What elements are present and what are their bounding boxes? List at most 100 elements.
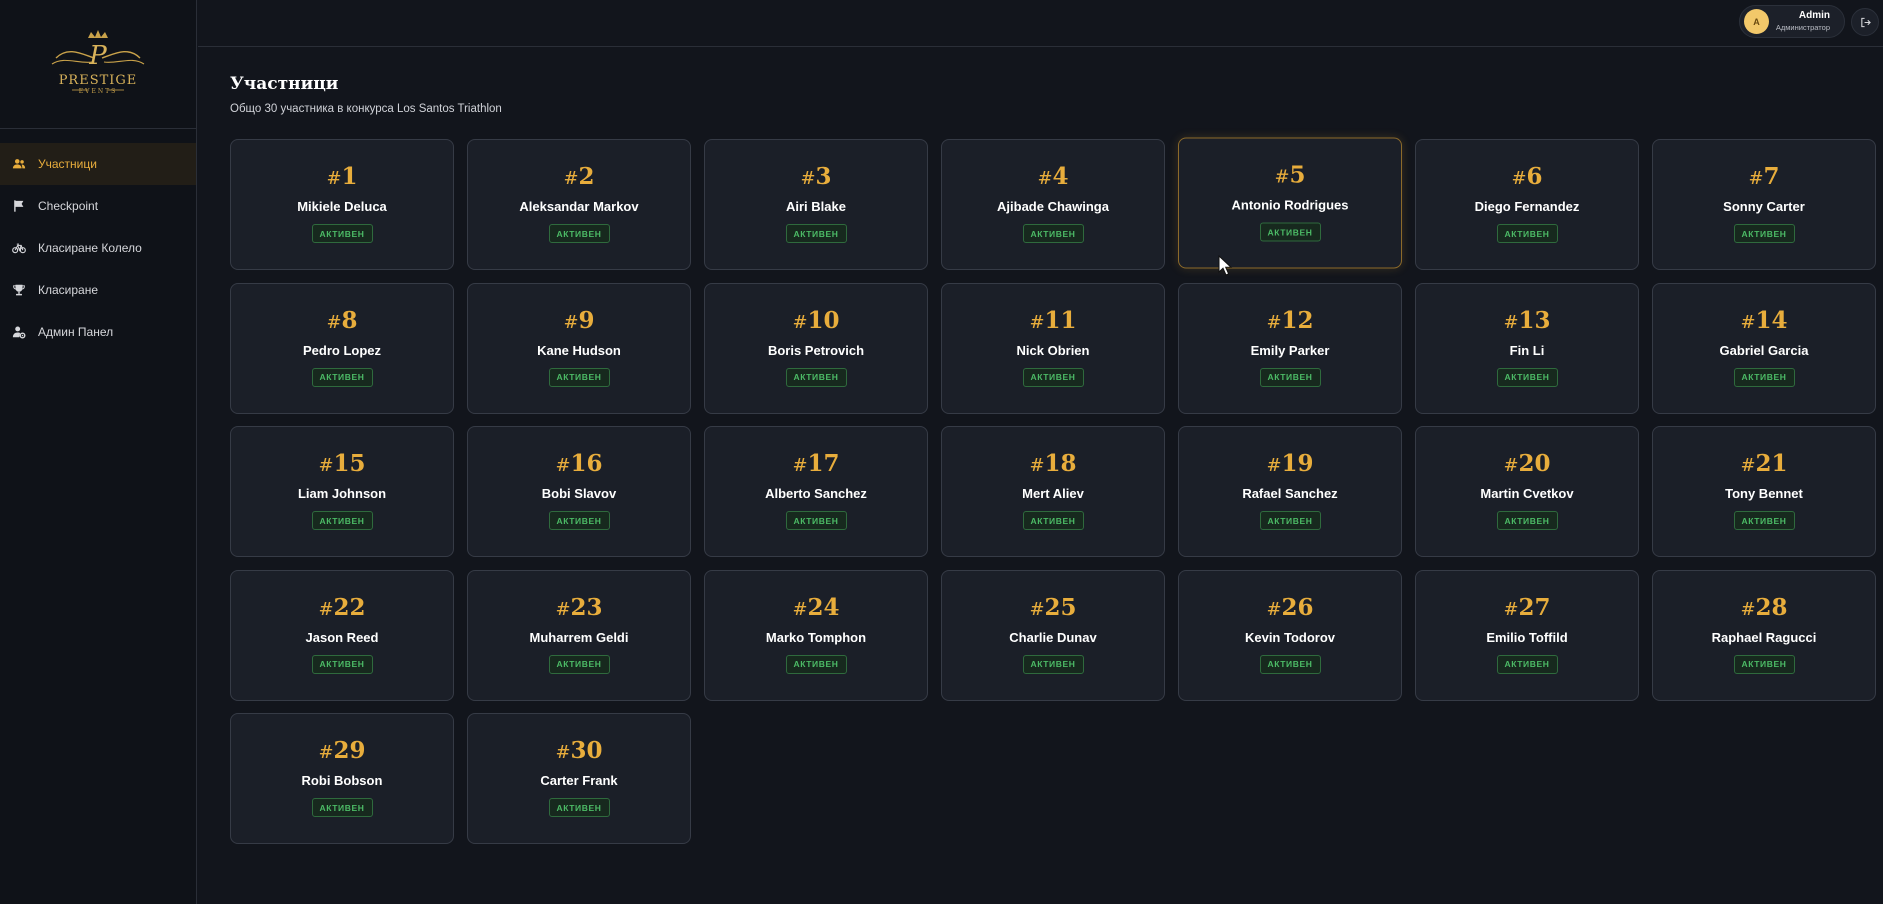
- status-badge: АКТИВЕН: [1733, 224, 1795, 243]
- sidebar-item-participants[interactable]: Участници: [0, 143, 196, 185]
- participant-name: Bobi Slavov: [541, 486, 617, 501]
- participant-number: #11: [1029, 306, 1077, 334]
- participant-name: Alberto Sanchez: [765, 486, 867, 501]
- participant-name: Nick Obrien: [1016, 342, 1090, 358]
- participant-card[interactable]: #9 Kane Hudson АКТИВЕН: [467, 282, 691, 414]
- svg-text:EVENTS: EVENTS: [79, 88, 117, 95]
- participant-card[interactable]: #22 Jason Reed АКТИВЕН: [230, 569, 454, 701]
- participant-card[interactable]: #12 Emily Parker АКТИВЕН: [1178, 282, 1402, 414]
- page-header: Участници Общо 30 участника в конкурса L…: [230, 74, 502, 115]
- status-badge: АКТИВЕН: [785, 367, 847, 387]
- participant-number: #6: [1511, 163, 1543, 190]
- participant-name: Marko Tomphon: [765, 629, 867, 645]
- sidebar-item-ranking[interactable]: Класиране: [0, 269, 196, 311]
- participant-number: #8: [326, 306, 358, 334]
- participant-number: #29: [318, 737, 366, 764]
- participant-card[interactable]: #1 Mikiele Deluca АКТИВЕН: [230, 139, 454, 270]
- trophy-icon: [12, 283, 26, 297]
- user-menu[interactable]: A Admin Администратор: [1739, 5, 1845, 38]
- participant-number: #4: [1037, 163, 1069, 190]
- participant-card[interactable]: #4 Ajibade Chawinga АКТИВЕН: [941, 139, 1165, 270]
- participant-number: #25: [1029, 593, 1077, 621]
- participant-number: #3: [800, 163, 832, 190]
- participant-card[interactable]: #5 Antonio Rodrigues АКТИВЕН: [1178, 137, 1402, 269]
- participant-name: Carter Frank: [540, 773, 618, 788]
- participant-card[interactable]: #17 Alberto Sanchez АКТИВЕН: [704, 426, 928, 557]
- participant-card[interactable]: #25 Charlie Dunav АКТИВЕН: [941, 569, 1165, 701]
- participant-number: #9: [563, 306, 595, 334]
- participant-number: #22: [318, 593, 366, 621]
- participant-name: Ajibade Chawinga: [997, 199, 1109, 214]
- participant-number: #30: [555, 737, 603, 764]
- participant-card[interactable]: #19 Rafael Sanchez АКТИВЕН: [1178, 426, 1402, 557]
- participant-card[interactable]: #13 Fin Li АКТИВЕН: [1415, 282, 1639, 414]
- participant-card[interactable]: #30 Carter Frank АКТИВЕН: [467, 713, 691, 844]
- participant-number: #12: [1266, 306, 1314, 334]
- user-role: Администратор: [1775, 23, 1830, 33]
- svg-text:PRESTIGE: PRESTIGE: [59, 73, 138, 88]
- participant-number: #19: [1266, 450, 1314, 477]
- status-badge: АКТИВЕН: [1733, 367, 1795, 387]
- participant-name: Fin Li: [1509, 342, 1545, 358]
- participant-card[interactable]: #7 Sonny Carter АКТИВЕН: [1652, 139, 1876, 270]
- participant-card[interactable]: #10 Boris Petrovich АКТИВЕН: [704, 282, 928, 414]
- participant-card[interactable]: #20 Martin Cvetkov АКТИВЕН: [1415, 426, 1639, 557]
- sidebar-item-label: Класиране: [38, 283, 99, 297]
- participant-name: Kane Hudson: [537, 342, 621, 358]
- participant-number: #28: [1740, 593, 1788, 621]
- participant-number: #2: [563, 163, 595, 190]
- flag-icon: [12, 199, 26, 213]
- participant-number: #7: [1748, 163, 1780, 190]
- sidebar-item-checkpoint[interactable]: Checkpoint: [0, 185, 196, 227]
- participant-card[interactable]: #29 Robi Bobson АКТИВЕН: [230, 713, 454, 844]
- sidebar-item-label: Участници: [38, 157, 97, 171]
- sidebar: P PRESTIGE EVENTS Участници Checkpoint К…: [0, 0, 197, 904]
- avatar: A: [1744, 9, 1769, 34]
- participant-name: Diego Fernandez: [1474, 199, 1580, 214]
- participant-card[interactable]: #11 Nick Obrien АКТИВЕН: [941, 282, 1165, 414]
- status-badge: АКТИВЕН: [548, 367, 610, 387]
- participant-card[interactable]: #6 Diego Fernandez АКТИВЕН: [1415, 139, 1639, 270]
- participant-name: Gabriel Garcia: [1719, 342, 1809, 358]
- sidebar-item-label: Класиране Колело: [38, 241, 142, 255]
- participant-card[interactable]: #23 Muharrem Geldi АКТИВЕН: [467, 569, 691, 701]
- top-bar: A Admin Администратор: [198, 0, 1883, 47]
- participant-name: Aleksandar Markov: [519, 199, 639, 214]
- brand-logo[interactable]: P PRESTIGE EVENTS: [0, 0, 196, 129]
- status-badge: АКТИВЕН: [311, 654, 373, 674]
- status-badge: АКТИВЕН: [1259, 222, 1321, 242]
- participant-card[interactable]: #2 Aleksandar Markov АКТИВЕН: [467, 139, 691, 270]
- sidebar-item-label: Админ Панел: [38, 325, 114, 339]
- sidebar-item-bike-ranking[interactable]: Класиране Колело: [0, 227, 196, 269]
- participant-card[interactable]: #16 Bobi Slavov АКТИВЕН: [467, 426, 691, 557]
- participant-card[interactable]: #27 Emilio Toffild АКТИВЕН: [1415, 569, 1639, 701]
- participant-card[interactable]: #18 Mert Aliev АКТИВЕН: [941, 426, 1165, 557]
- participant-name: Robi Bobson: [301, 773, 383, 788]
- participant-card[interactable]: #21 Tony Bennet АКТИВЕН: [1652, 426, 1876, 557]
- participant-number: #16: [555, 450, 603, 477]
- status-badge: АКТИВЕН: [548, 654, 610, 674]
- status-badge: АКТИВЕН: [1496, 511, 1558, 530]
- participant-card[interactable]: #8 Pedro Lopez АКТИВЕН: [230, 282, 454, 414]
- participant-card[interactable]: #14 Gabriel Garcia АКТИВЕН: [1652, 282, 1876, 414]
- status-badge: АКТИВЕН: [311, 798, 373, 817]
- status-badge: АКТИВЕН: [311, 511, 373, 530]
- participant-name: Emilio Toffild: [1486, 629, 1568, 645]
- sidebar-item-admin-panel[interactable]: Админ Панел: [0, 311, 196, 353]
- page-subtitle: Общо 30 участника в конкурса Los Santos …: [230, 103, 502, 115]
- participant-name: Martin Cvetkov: [1480, 486, 1574, 501]
- participant-card[interactable]: #28 Raphael Ragucci АКТИВЕН: [1652, 569, 1876, 701]
- participant-name: Sonny Carter: [1723, 199, 1805, 214]
- page-title: Участници: [230, 74, 339, 94]
- participant-card[interactable]: #15 Liam Johnson АКТИВЕН: [230, 426, 454, 557]
- participant-card[interactable]: #24 Marko Tomphon АКТИВЕН: [704, 569, 928, 701]
- participant-name: Liam Johnson: [297, 486, 387, 501]
- prestige-logo-icon: P PRESTIGE EVENTS: [51, 30, 145, 95]
- participant-name: Tony Bennet: [1725, 486, 1803, 501]
- participants-grid: #1 Mikiele Deluca АКТИВЕН #2 Aleksandar Mark…: [230, 137, 1878, 844]
- participant-card[interactable]: #26 Kevin Todorov АКТИВЕН: [1178, 569, 1402, 701]
- status-badge: АКТИВЕН: [1022, 224, 1084, 243]
- status-badge: АКТИВЕН: [785, 224, 847, 243]
- logout-button[interactable]: [1851, 8, 1879, 36]
- participant-card[interactable]: #3 Airi Blake АКТИВЕН: [704, 139, 928, 270]
